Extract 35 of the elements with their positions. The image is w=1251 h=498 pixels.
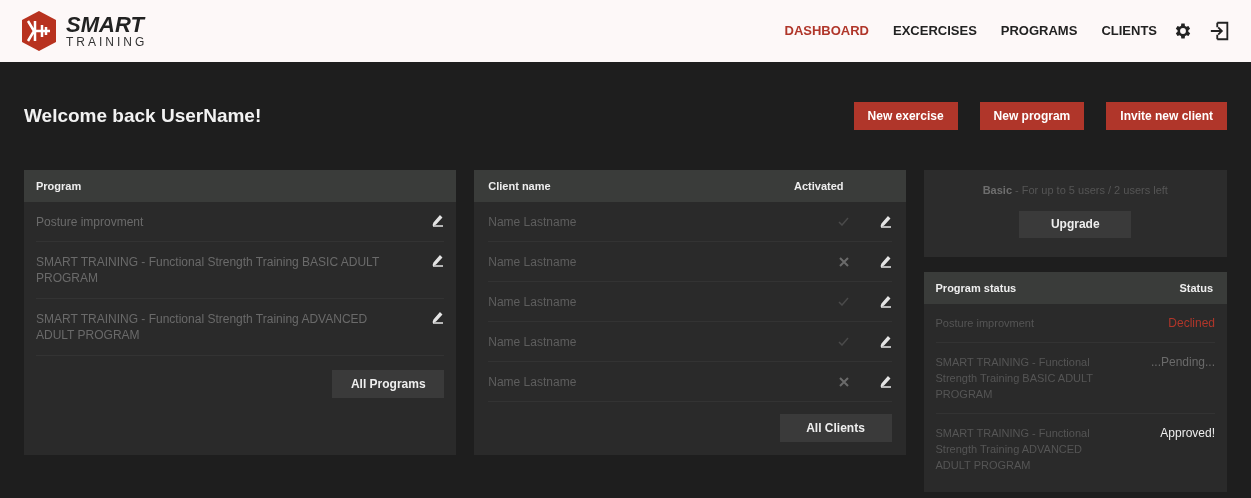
action-button[interactable]: New exercise	[853, 102, 958, 130]
edit-icon[interactable]	[879, 255, 892, 268]
status-text: Approved!	[1160, 425, 1215, 441]
brand-subtitle: TRAINING	[66, 36, 148, 48]
edit-icon[interactable]	[879, 295, 892, 308]
program-name: SMART TRAINING - Functional Strength Training ADVANCED ADULT PROGRAM	[36, 311, 369, 343]
nav-link[interactable]: DASHBOARD	[784, 21, 869, 41]
edit-icon[interactable]	[432, 214, 445, 227]
edit-icon[interactable]	[432, 311, 445, 324]
status-text: ...Pending...	[1150, 354, 1215, 370]
upgrade-button[interactable]: Upgrade	[1019, 210, 1132, 238]
column-heading: Status	[1179, 280, 1213, 296]
edit-icon[interactable]	[879, 335, 892, 348]
nav-link[interactable]: CLIENTS	[1101, 21, 1157, 41]
nav-link[interactable]: EXCERCISES	[893, 21, 977, 41]
brand-name: SMART	[66, 14, 147, 36]
column-heading: Client name	[488, 178, 551, 194]
column-heading: Program	[36, 178, 82, 194]
column-heading: Activated	[794, 178, 844, 194]
settings-icon[interactable]	[1173, 21, 1193, 41]
logout-icon[interactable]	[1209, 20, 1231, 42]
action-button[interactable]: New program	[979, 102, 1085, 130]
column-heading: Program status	[935, 280, 1017, 296]
edit-icon[interactable]	[879, 215, 892, 228]
action-button[interactable]: Invite new client	[1106, 102, 1227, 130]
program-name: SMART TRAINING - Functional Strength Training BASIC ADULT PROGRAM	[36, 254, 381, 286]
logo-icon	[20, 10, 58, 52]
nav-link[interactable]: PROGRAMS	[1000, 21, 1078, 41]
edit-icon[interactable]	[432, 254, 445, 267]
status-text: Declined	[1168, 315, 1215, 331]
edit-icon[interactable]	[879, 375, 892, 388]
welcome-heading: Welcome back UserName!	[24, 103, 262, 128]
program-name: Posture improvment	[36, 214, 145, 230]
all-programs-button[interactable]: All Programs	[332, 370, 445, 398]
all-clients-button[interactable]: All Clients	[779, 414, 892, 442]
